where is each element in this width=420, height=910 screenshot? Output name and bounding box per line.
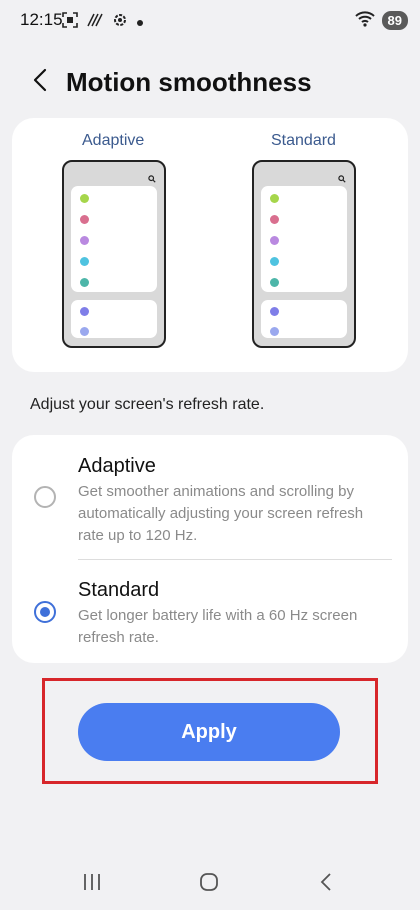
radio-adaptive[interactable]: [34, 486, 56, 508]
battery-indicator: 89: [381, 11, 408, 30]
header: Motion smoothness: [0, 58, 420, 108]
status-time: 12:15: [20, 10, 63, 29]
wifi-icon: [354, 9, 376, 32]
list-dot: [270, 307, 279, 316]
option-title-adaptive: Adaptive: [78, 455, 156, 477]
list-dot: [80, 327, 89, 336]
option-desc-adaptive: Get smoother animations and scrolling by…: [78, 483, 364, 544]
preview-label-adaptive: Adaptive: [82, 132, 145, 149]
status-icons-left: [62, 12, 144, 33]
option-title-standard: Standard: [78, 579, 160, 601]
home-icon: [199, 872, 219, 897]
list-dot: [270, 327, 279, 336]
list-dot: [270, 236, 279, 245]
notification-dot-icon: [136, 14, 144, 32]
preview-card: Adaptive Standard: [12, 118, 408, 372]
options-card: Adaptive Get smoother animations and scr…: [12, 435, 408, 663]
option-desc-standard: Get longer battery life with a 60 Hz scr…: [78, 607, 358, 646]
list-dot: [270, 257, 279, 266]
nav-back-button[interactable]: [306, 870, 346, 898]
preview-list-panel: [261, 300, 347, 338]
list-dot: [80, 194, 89, 203]
apply-button[interactable]: Apply: [78, 703, 340, 761]
preview-list-panel: [261, 186, 347, 292]
screenshot-icon: [62, 12, 78, 33]
home-button[interactable]: [189, 870, 229, 898]
list-dot: [270, 194, 279, 203]
radio-standard[interactable]: [34, 601, 56, 623]
preview-label-standard: Standard: [271, 132, 336, 149]
preview-list-panel: [71, 300, 157, 338]
back-arrow-icon: [33, 68, 47, 97]
nfc-icon: [86, 12, 104, 33]
status-icons-right: 89: [354, 9, 408, 32]
page-title: Motion smoothness: [66, 67, 312, 97]
list-dot: [80, 215, 89, 224]
list-dot: [270, 278, 279, 287]
list-dot: [80, 278, 89, 287]
refresh-rate-subtitle: Adjust your screen's refresh rate.: [30, 396, 265, 413]
navigation-bar: [0, 860, 420, 908]
recents-icon: [82, 873, 102, 896]
recents-button[interactable]: [72, 870, 112, 898]
preview-list-panel: [71, 186, 157, 292]
list-dot: [270, 215, 279, 224]
option-adaptive[interactable]: Adaptive Get smoother animations and scr…: [12, 435, 408, 559]
list-dot: [80, 307, 89, 316]
status-bar: 12:15 89: [0, 0, 420, 40]
preview-phone-standard: [252, 160, 356, 348]
nav-back-icon: [320, 872, 332, 897]
back-button[interactable]: [26, 68, 54, 96]
option-standard[interactable]: Standard Get longer battery life with a …: [12, 560, 408, 663]
list-dot: [80, 257, 89, 266]
settings-icon: [112, 12, 128, 33]
list-dot: [80, 236, 89, 245]
preview-phone-adaptive: [62, 160, 166, 348]
